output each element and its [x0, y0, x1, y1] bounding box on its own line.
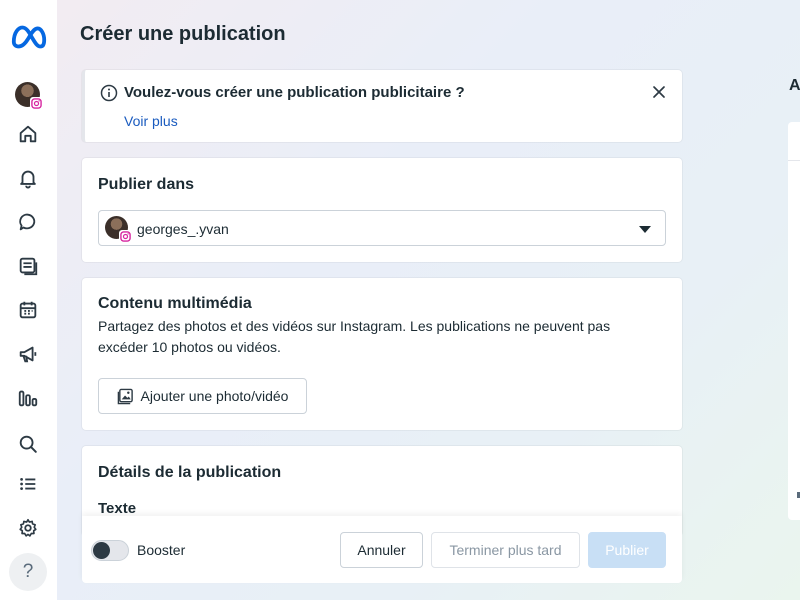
- notice-title: Voulez-vous créer une publication public…: [124, 84, 465, 101]
- media-section: Contenu multimédia Partagez des photos e…: [82, 278, 682, 430]
- publish-in-title: Publier dans: [98, 176, 195, 193]
- text-label: Texte: [98, 500, 137, 517]
- toggle-knob: [93, 542, 110, 559]
- list-icon[interactable]: [9, 467, 47, 501]
- insights-icon[interactable]: [9, 381, 47, 415]
- content-icon[interactable]: [9, 249, 47, 283]
- divider: [788, 160, 800, 161]
- gear-icon[interactable]: [9, 511, 47, 545]
- see-more-link[interactable]: Voir plus: [124, 113, 178, 129]
- ad-notice-banner: Voulez-vous créer une publication public…: [82, 70, 682, 142]
- action-footer: Booster Annuler Terminer plus tard Publi…: [82, 516, 682, 583]
- megaphone-icon[interactable]: [9, 337, 47, 371]
- chat-bubble-icon[interactable]: [9, 205, 47, 239]
- bell-icon[interactable]: [9, 161, 47, 195]
- help-button[interactable]: ?: [9, 553, 47, 591]
- preview-heading: A: [789, 77, 800, 94]
- preview-panel: [788, 122, 800, 520]
- media-title: Contenu multimédia: [98, 295, 252, 312]
- calendar-icon[interactable]: [9, 293, 47, 327]
- account-avatar-small: [105, 216, 132, 243]
- instagram-icon: [119, 230, 132, 243]
- add-photo-video-label: Ajouter une photo/vidéo: [140, 388, 289, 404]
- page-title: Créer une publication: [80, 23, 286, 45]
- publish-button[interactable]: Publier: [588, 532, 666, 568]
- photo-icon: [117, 388, 133, 404]
- publish-in-section: Publier dans georges_.yvan: [82, 158, 682, 262]
- meta-logo-icon[interactable]: [10, 22, 48, 52]
- media-description: Partagez des photos et des vidéos sur In…: [98, 318, 611, 355]
- account-avatar[interactable]: [15, 82, 43, 110]
- sidebar: ?: [0, 0, 57, 600]
- booster-toggle[interactable]: [91, 540, 129, 561]
- finish-later-button[interactable]: Terminer plus tard: [431, 532, 580, 568]
- booster-label: Booster: [137, 542, 186, 558]
- instagram-icon: [30, 97, 43, 110]
- caret-down-icon: [639, 226, 651, 233]
- account-select[interactable]: georges_.yvan: [98, 210, 666, 246]
- account-name: georges_.yvan: [137, 221, 229, 237]
- info-icon: [100, 84, 118, 102]
- search-icon[interactable]: [9, 427, 47, 461]
- cancel-button[interactable]: Annuler: [340, 532, 423, 568]
- help-icon: ?: [22, 561, 34, 582]
- add-photo-video-button[interactable]: Ajouter une photo/vidéo: [98, 378, 307, 414]
- home-icon[interactable]: [9, 117, 47, 151]
- close-icon[interactable]: [650, 83, 668, 101]
- details-title: Détails de la publication: [98, 464, 282, 481]
